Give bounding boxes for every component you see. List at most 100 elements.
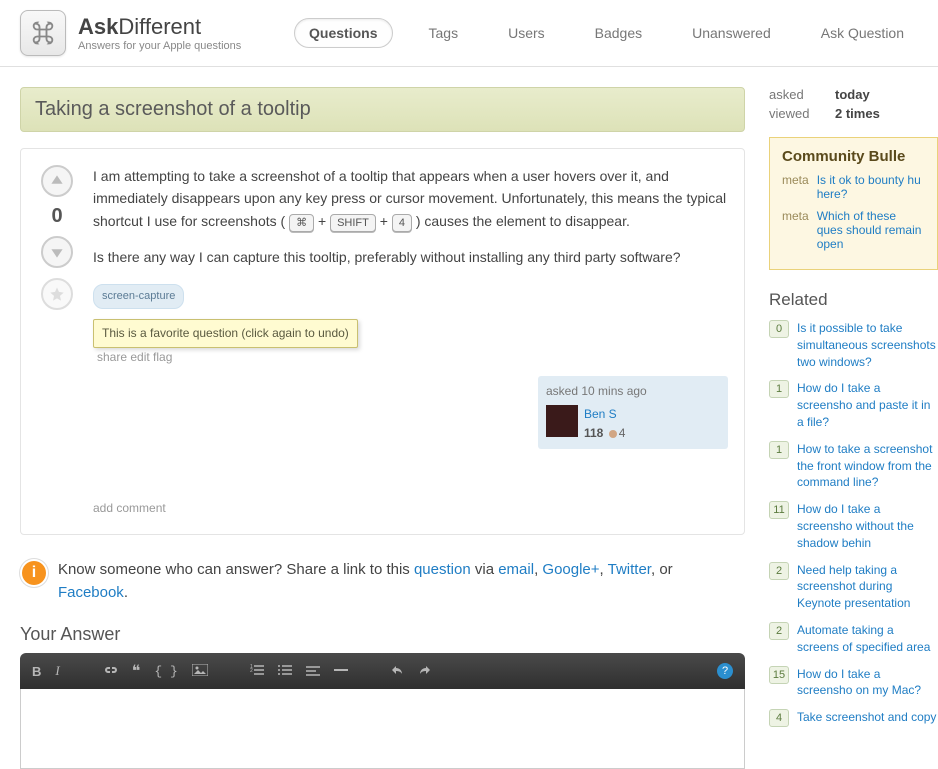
command-icon [29,19,57,47]
undo-icon [390,664,404,676]
related-item: 11 How do I take a screensho without the … [769,501,938,551]
related-count: 1 [769,380,789,398]
related-count: 11 [769,501,789,519]
hr-icon [334,664,348,676]
site-header: AskDifferent Answers for your Apple ques… [0,0,938,67]
nav-users[interactable]: Users [494,19,559,47]
nav-tags[interactable]: Tags [415,19,473,47]
bronze-badge-icon [609,430,617,438]
redo-button[interactable] [418,664,432,679]
quote-button[interactable]: ❝ [132,661,141,681]
user-card: asked 10 mins ago Ben S 118 4 [538,376,728,450]
viewed-label: viewed [769,106,819,121]
related-link[interactable]: How do I take a screensho on my Mac? [797,666,938,700]
upvote-button[interactable] [41,165,73,197]
downvote-button[interactable] [41,236,73,268]
favorite-tooltip: This is a favorite question (click again… [93,319,358,348]
nav-questions[interactable]: Questions [294,18,392,48]
related-item: 1 How to take a screenshot the front wind… [769,441,938,491]
link-icon [102,664,118,676]
related-link[interactable]: Is it possible to take simultaneous scre… [797,320,938,370]
related-link[interactable]: How do I take a screensho without the sh… [797,501,938,551]
image-icon [192,664,208,676]
related-item: 2 Need help taking a screenshot during Ke… [769,562,938,612]
bulletin-link-1[interactable]: Is it ok to bounty hu here? [817,173,925,201]
redo-icon [418,664,432,676]
bulletin-link-2[interactable]: Which of these ques should remain open [817,209,925,251]
share-prompt: i Know someone who can answer? Share a l… [20,559,745,604]
related-heading: Related [769,290,938,310]
related-count: 0 [769,320,789,338]
ulist-icon [278,664,292,676]
related-count: 4 [769,709,789,727]
hr-button[interactable] [334,664,348,679]
question-box: 0 I am attempting to take a screenshot o… [20,148,745,535]
down-arrow-icon [50,245,64,259]
favorite-button[interactable] [41,278,73,310]
kbd-4: 4 [392,214,412,233]
related-item: 4 Take screenshot and copy [769,709,938,727]
asked-label: asked [769,87,819,102]
related-list: 0 Is it possible to take simultaneous scr… [769,320,938,727]
share-facebook-link[interactable]: Facebook [58,584,124,601]
related-item: 0 Is it possible to take simultaneous scr… [769,320,938,370]
svg-text:2: 2 [250,668,253,674]
site-logo[interactable] [20,10,66,56]
share-email-link[interactable]: email [498,561,534,578]
related-count: 15 [769,666,789,684]
related-item: 15 How do I take a screensho on my Mac? [769,666,938,700]
asked-value: today [835,87,870,102]
related-item: 2 Automate taking a screens of specified … [769,622,938,656]
related-link[interactable]: Take screenshot and copy [797,709,936,727]
italic-button[interactable]: I [55,663,59,679]
kbd-cmd: ⌘ [289,214,314,233]
editor-toolbar: B I ❝ { } 12 ? [20,653,745,689]
post-menu[interactable]: share edit flag [93,348,728,367]
user-link[interactable]: Ben S [584,405,625,424]
related-link[interactable]: Need help taking a screenshot during Key… [797,562,938,612]
ulist-button[interactable] [278,664,292,679]
image-button[interactable] [192,664,208,679]
bronze-count: 4 [619,426,626,440]
nav-unanswered[interactable]: Unanswered [678,19,785,47]
main-nav: Questions Tags Users Badges Unanswered A… [294,18,918,48]
related-link[interactable]: How do I take a screensho and paste it i… [797,380,938,430]
info-icon: i [20,559,48,587]
tag-list: screen-capture [93,283,728,310]
olist-icon: 12 [250,664,264,676]
your-answer-heading: Your Answer [20,624,745,645]
tag-screen-capture[interactable]: screen-capture [93,284,184,310]
bold-button[interactable]: B [32,664,41,679]
related-count: 2 [769,562,789,580]
share-question-link[interactable]: question [414,561,471,578]
related-link[interactable]: Automate taking a screens of specified a… [797,622,938,656]
related-count: 2 [769,622,789,640]
share-google-link[interactable]: Google+ [542,561,599,578]
nav-badges[interactable]: Badges [581,19,656,47]
community-bulletin: Community Bulle metaIs it ok to bounty h… [769,137,938,270]
question-title: Taking a screenshot of a tooltip [20,87,745,132]
vote-score: 0 [51,205,62,228]
question-body: I am attempting to take a screenshot of … [93,165,728,518]
answer-textarea[interactable] [20,689,745,769]
undo-button[interactable] [390,664,404,679]
up-arrow-icon [50,174,64,188]
related-count: 1 [769,441,789,459]
bulletin-heading: Community Bulle [782,148,925,165]
asked-time: asked 10 mins ago [546,382,720,401]
share-twitter-link[interactable]: Twitter [608,561,651,578]
site-title[interactable]: AskDifferent Answers for your Apple ques… [78,14,241,52]
related-link[interactable]: How to take a screenshot the front windo… [797,441,938,491]
code-button[interactable]: { } [154,664,177,679]
viewed-value: 2 times [835,106,880,121]
link-button[interactable] [102,664,118,679]
add-comment-link[interactable]: add comment [93,449,728,518]
nav-ask-question[interactable]: Ask Question [807,19,918,47]
avatar[interactable] [546,405,578,437]
heading-button[interactable] [306,664,320,679]
star-icon [49,286,65,302]
heading-icon [306,664,320,676]
user-rep: 118 [584,426,603,440]
olist-button[interactable]: 12 [250,664,264,679]
editor-help-button[interactable]: ? [717,663,733,679]
